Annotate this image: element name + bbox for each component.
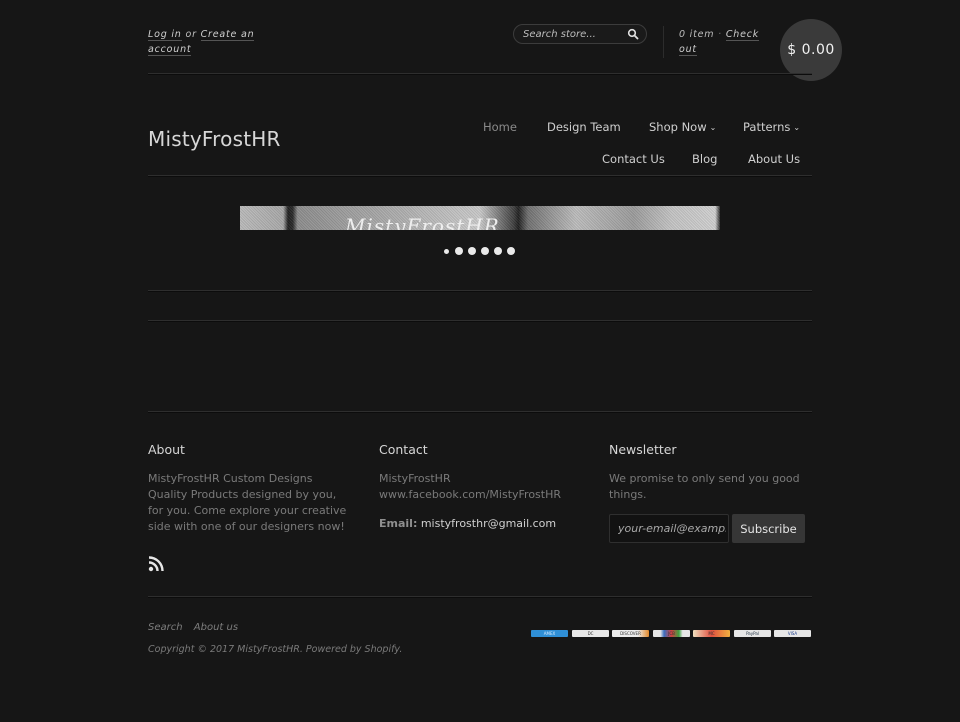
discover-icon: DISCOVER [612, 630, 649, 637]
nav-label: Contact Us [602, 152, 665, 166]
nav-label: Design Team [547, 120, 621, 134]
search-form [513, 24, 647, 44]
paypal-icon: PayPal [734, 630, 771, 637]
nav-home[interactable]: Home [483, 120, 517, 134]
copyright: Copyright © 2017 MistyFrostHR. Powered b… [148, 644, 403, 655]
divider [148, 73, 812, 74]
nav-label: About Us [748, 152, 801, 166]
footer-links: Search About us [148, 622, 246, 633]
mastercard-icon: MC [693, 630, 730, 637]
newsletter-text: We promise to only send you good things. [609, 472, 800, 501]
divider [148, 175, 812, 176]
chevron-down-icon: ⌄ [709, 123, 717, 132]
nav-patterns[interactable]: Patterns ⌄ [743, 120, 800, 134]
account-links: Log in or Create an account [148, 27, 258, 57]
slide-dot[interactable] [455, 247, 463, 255]
cart-total-button[interactable]: $ 0.00 [780, 19, 842, 81]
slideshow-pagination [443, 247, 515, 255]
contact-name: MistyFrostHR [379, 472, 451, 485]
cart-count: 0 item [679, 29, 715, 40]
topbar-divider [663, 26, 664, 58]
nav-label: Home [483, 120, 517, 134]
nav-about-us[interactable]: About Us [748, 152, 800, 166]
about-text: MistyFrostHR Custom Designs Quality Prod… [148, 472, 347, 533]
or-text: or [185, 29, 197, 40]
nav-shop-now[interactable]: Shop Now ⌄ [649, 120, 716, 134]
nav-blog[interactable]: Blog [692, 152, 717, 166]
slideshow-image[interactable]: MistyFrostHR [240, 206, 720, 230]
store-logo[interactable]: MistyFrostHR [148, 127, 281, 151]
jcb-icon: JCB [653, 630, 690, 637]
email-label: Email: [379, 517, 418, 530]
american-express-icon: AMEX [531, 630, 568, 637]
diners-club-icon: DC [572, 630, 609, 637]
chevron-down-icon: ⌄ [793, 123, 801, 132]
newsletter-email-field [609, 514, 729, 543]
newsletter-heading: Newsletter [609, 442, 677, 457]
separator: · [718, 29, 722, 40]
slide-script-text: MistyFrostHR [345, 214, 500, 230]
nav-contact-us[interactable]: Contact Us [602, 152, 665, 166]
footer-link-search[interactable]: Search [148, 622, 183, 633]
slide-dot-active[interactable] [444, 248, 449, 254]
search-icon[interactable] [627, 28, 639, 40]
rss-icon[interactable] [148, 556, 164, 572]
nav-label: Shop Now [649, 120, 707, 134]
contact-heading: Contact [379, 442, 428, 457]
footer-link-about-us[interactable]: About us [194, 622, 238, 633]
divider [148, 596, 812, 597]
subscribe-button[interactable]: Subscribe [732, 514, 805, 543]
contact-facebook: www.facebook.com/MistyFrostHR [379, 488, 562, 501]
contact-email-line: Email: mistyfrosthr@gmail.com [379, 517, 556, 530]
nav-design-team[interactable]: Design Team [547, 120, 621, 134]
nav-label: Patterns [743, 120, 791, 134]
login-link[interactable]: Log in [148, 29, 182, 41]
slide-dot[interactable] [481, 247, 489, 255]
slide-dot[interactable] [507, 247, 515, 255]
slide-dot[interactable] [494, 247, 502, 255]
cart-total: $ 0.00 [787, 42, 835, 58]
visa-icon: VISA [774, 630, 811, 637]
slide-dot[interactable] [468, 247, 476, 255]
about-heading: About [148, 442, 185, 457]
cart-summary: 0 item · Check out [679, 27, 769, 57]
newsletter-email-input[interactable] [618, 515, 726, 542]
divider [148, 290, 812, 291]
search-input[interactable] [523, 27, 623, 41]
nav-label: Blog [692, 152, 718, 166]
contact-email[interactable]: mistyfrosthr@gmail.com [421, 517, 556, 530]
divider [148, 411, 812, 412]
divider [148, 320, 812, 321]
